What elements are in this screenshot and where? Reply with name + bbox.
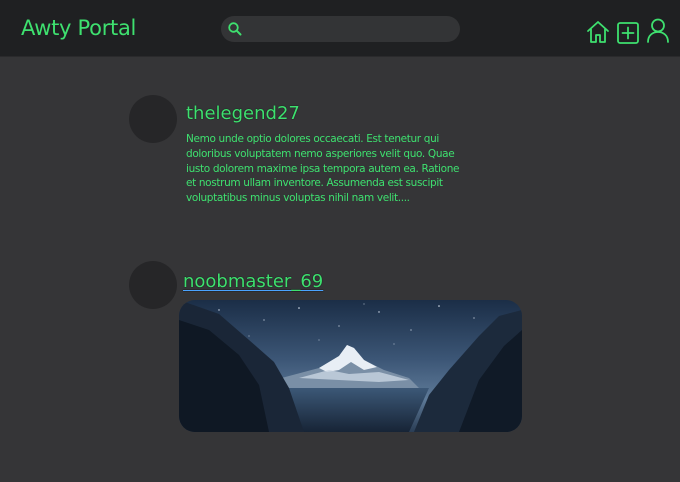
avatar[interactable]	[129, 261, 177, 309]
post-username[interactable]: noobmaster_69	[183, 271, 323, 292]
add-post-icon[interactable]	[615, 19, 641, 45]
mountain-night-sky-image	[179, 300, 522, 432]
top-navigation-bar: Awty Portal	[0, 0, 680, 57]
brand-title[interactable]: Awty Portal	[21, 16, 136, 40]
avatar[interactable]	[129, 95, 177, 143]
profile-icon[interactable]	[645, 17, 671, 43]
search-input[interactable]	[249, 19, 449, 39]
home-icon[interactable]	[585, 19, 611, 45]
search-bar[interactable]	[221, 16, 460, 42]
post-body-text: Nemo unde optio dolores occaecati. Est t…	[186, 133, 460, 205]
post-image[interactable]	[179, 300, 522, 432]
post-username[interactable]: thelegend27	[186, 103, 300, 124]
search-icon	[228, 22, 242, 36]
